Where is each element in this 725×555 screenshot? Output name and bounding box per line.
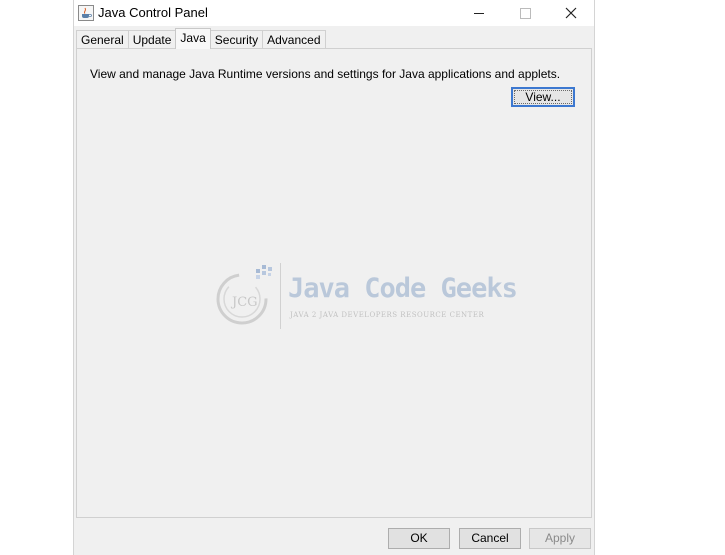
- java-tab-description: View and manage Java Runtime versions an…: [90, 67, 561, 81]
- tab-java[interactable]: Java: [175, 28, 211, 49]
- java-tab-panel: View and manage Java Runtime versions an…: [76, 48, 592, 518]
- maximize-button[interactable]: [502, 0, 548, 26]
- minimize-icon: [474, 13, 484, 14]
- watermark-tagline: JAVA 2 JAVA DEVELOPERS RESOURCE CENTER: [290, 311, 485, 319]
- watermark-jcg-text: JCG: [232, 295, 258, 310]
- title-bar[interactable]: Java Control Panel: [74, 0, 594, 26]
- minimize-button[interactable]: [456, 0, 502, 26]
- window-title: Java Control Panel: [98, 5, 208, 20]
- view-button[interactable]: View...: [511, 87, 575, 107]
- apply-button[interactable]: Apply: [529, 528, 591, 549]
- watermark-brand: Java Code Geeks: [288, 273, 518, 304]
- cancel-button[interactable]: Cancel: [459, 528, 521, 549]
- java-cup-icon: [78, 5, 94, 21]
- ok-button[interactable]: OK: [388, 528, 450, 549]
- tab-strip: General Update Java Security Advanced: [76, 28, 326, 49]
- watermark-logo: JCG Java Code Geeks JAVA 2 JAVA DEVELOPE…: [214, 259, 518, 339]
- java-control-panel-window: Java Control Panel General Update Java S…: [73, 0, 595, 555]
- tab-advanced[interactable]: Advanced: [262, 30, 326, 49]
- dialog-button-bar: OK Cancel Apply: [74, 520, 594, 555]
- tab-update[interactable]: Update: [127, 30, 177, 49]
- tab-general[interactable]: General: [76, 30, 129, 49]
- focus-ring: [514, 90, 572, 104]
- close-button[interactable]: [548, 0, 594, 26]
- maximize-icon: [520, 8, 531, 19]
- watermark-divider: [280, 263, 281, 329]
- close-icon: [565, 7, 577, 19]
- tab-security[interactable]: Security: [209, 30, 264, 49]
